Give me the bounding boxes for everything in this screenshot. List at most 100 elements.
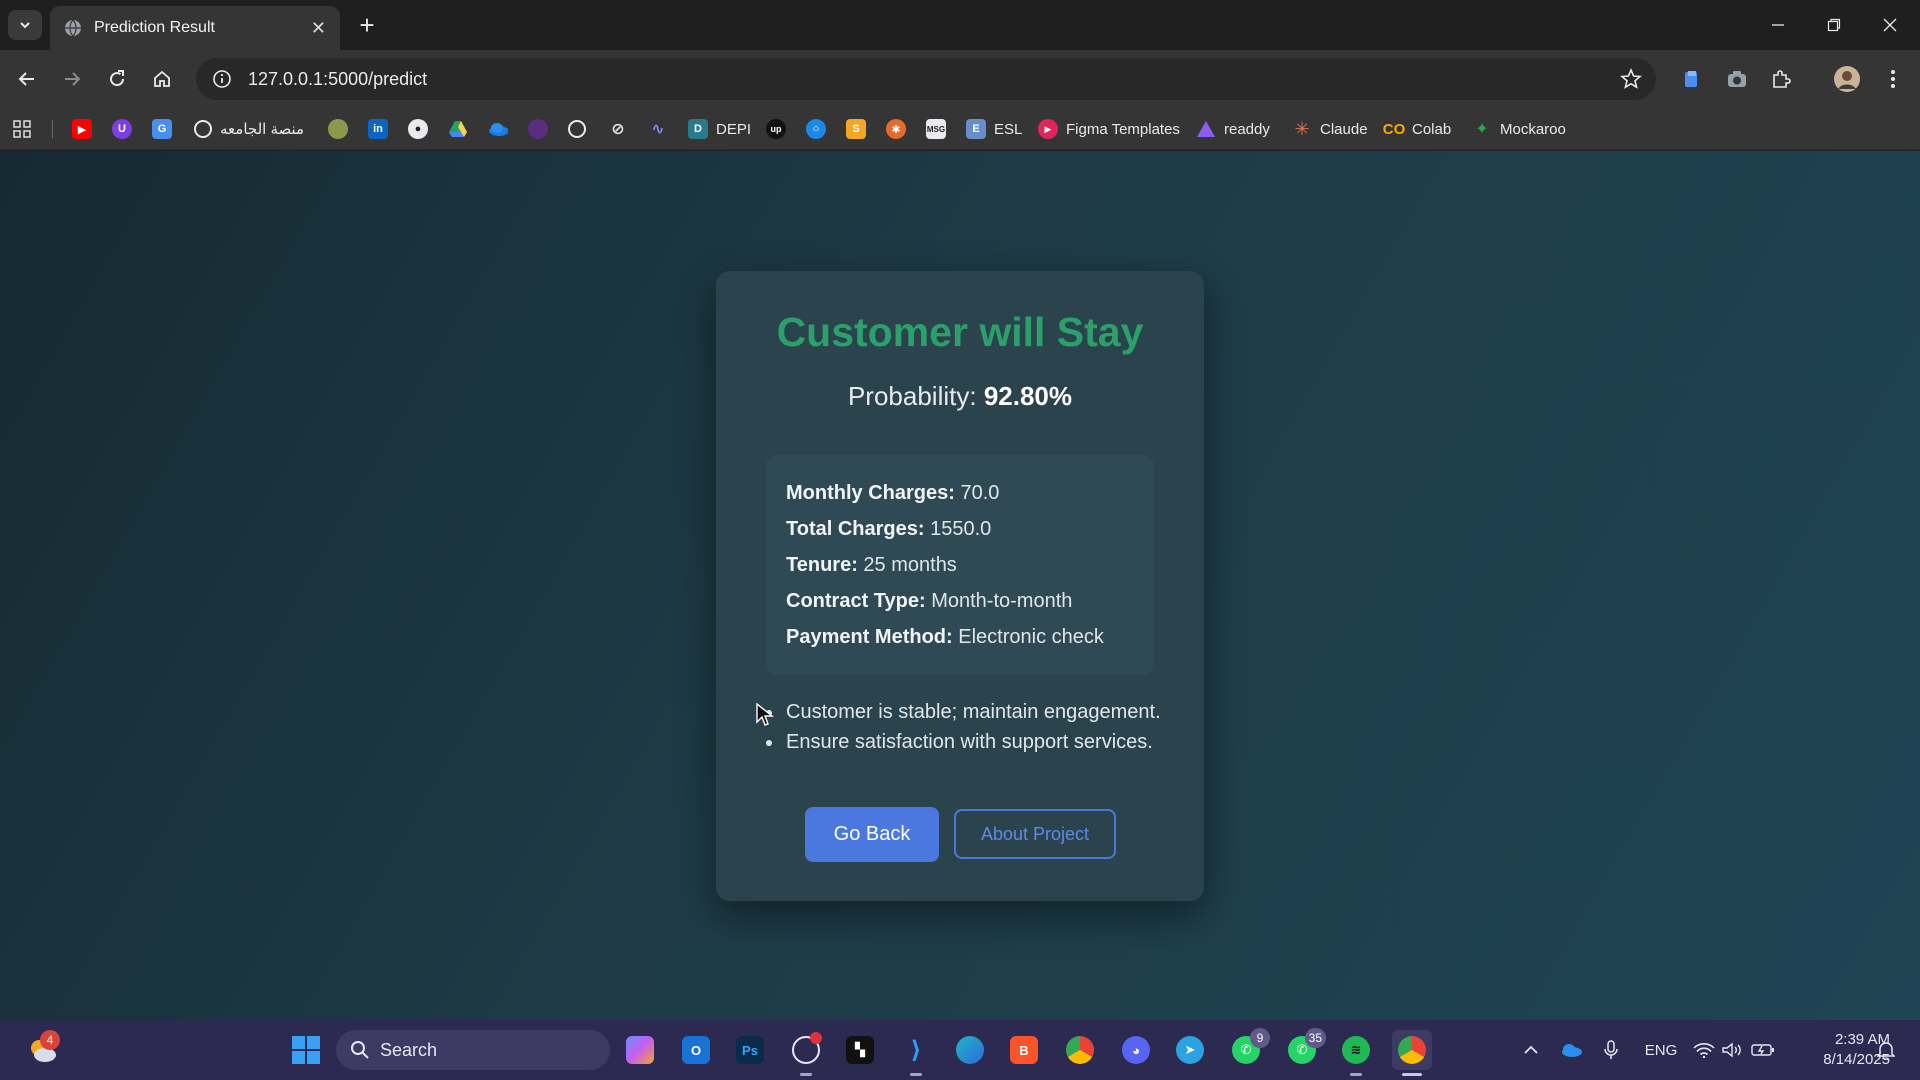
esl-icon: E (966, 119, 986, 139)
active-indicator (1402, 1073, 1422, 1076)
reading-list-button[interactable] (1674, 62, 1708, 96)
tray-battery[interactable] (1750, 1030, 1776, 1070)
extensions-button[interactable] (1764, 62, 1798, 96)
bookmark-linkedin[interactable]: in (368, 116, 388, 142)
volume-icon (1722, 1042, 1741, 1058)
bookmark-mockaroo[interactable]: ✦ Mockaroo (1472, 116, 1566, 142)
windows-taskbar: 4 Search O Ps ▚ ⟩ B ◕ ➤ ✆ 9 ✆ 35 ≋ ENG 2:3… (0, 1020, 1920, 1080)
tray-microphone[interactable] (1598, 1030, 1624, 1070)
detail-key: Contract Type: (786, 590, 926, 612)
bookmark-s[interactable]: S (846, 116, 866, 142)
slash-icon: ⊘ (611, 121, 625, 138)
bookmark-slash[interactable]: ⊘ (608, 116, 628, 142)
bookmark-wave[interactable]: ∿ (648, 116, 668, 142)
weather-widget[interactable]: 4 (22, 1030, 62, 1070)
taskbar-whatsapp-business[interactable]: ✆ 35 (1282, 1028, 1326, 1070)
minimize-button[interactable] (1750, 0, 1806, 50)
tray-wifi[interactable] (1692, 1030, 1716, 1070)
apps-grid-icon (13, 120, 31, 138)
profile-button[interactable] (1830, 62, 1864, 96)
restore-button[interactable] (1806, 0, 1862, 50)
browser-menu-button[interactable] (1876, 62, 1910, 96)
reload-button[interactable] (100, 62, 134, 96)
taskbar-chrome-active[interactable] (1392, 1030, 1432, 1076)
taskbar-chrome[interactable] (1060, 1030, 1100, 1070)
start-button[interactable] (286, 1030, 326, 1070)
bookmark-depi[interactable]: D DEPI (688, 116, 751, 142)
tray-onedrive[interactable] (1556, 1030, 1586, 1070)
bookmark-flower[interactable]: ✱ (886, 116, 906, 142)
tray-volume[interactable] (1720, 1030, 1744, 1070)
back-arrow-icon (18, 72, 34, 86)
go-back-button[interactable]: Go Back (805, 807, 939, 862)
bookmark-grape[interactable] (528, 116, 548, 142)
new-tab-button[interactable]: + (352, 10, 382, 40)
mockaroo-icon: ✦ (1475, 121, 1489, 138)
bookmark-translate[interactable]: G (152, 116, 172, 142)
about-project-button[interactable]: About Project (954, 809, 1116, 859)
tab-search-button[interactable] (8, 10, 42, 40)
address-bar[interactable]: 127.0.0.1:5000/predict (196, 58, 1656, 100)
bookmark-drive[interactable] (448, 116, 468, 142)
tray-language[interactable]: ENG (1642, 1030, 1680, 1070)
msg-icon: MSG (926, 119, 946, 139)
notifications-button[interactable] (1874, 1030, 1898, 1070)
bookmark-seal[interactable] (328, 116, 348, 142)
show-hidden-icons[interactable] (1518, 1030, 1544, 1070)
photoshop-icon: Ps (736, 1036, 764, 1064)
taskbar-edge[interactable] (950, 1030, 990, 1070)
taskbar-vscode[interactable]: ⟩ (896, 1030, 936, 1076)
readdy-icon (1196, 119, 1216, 139)
taskbar-photoshop[interactable]: Ps (730, 1030, 770, 1070)
bookmark-university[interactable]: منصة الجامعه (194, 116, 304, 142)
bookmark-github[interactable]: ● (408, 116, 428, 142)
url-text[interactable]: 127.0.0.1:5000/predict (248, 69, 427, 90)
browser-toolbar: 127.0.0.1:5000/predict (0, 50, 1920, 108)
bookmark-claude[interactable]: ✳ Claude (1292, 116, 1367, 142)
weather-badge: 4 (40, 1030, 60, 1050)
screenshot-button[interactable] (1720, 62, 1754, 96)
bookmark-openai[interactable] (568, 116, 586, 142)
taskbar-capcut[interactable]: ▚ (840, 1030, 880, 1070)
taskbar-search[interactable]: Search (336, 1030, 610, 1070)
windows-logo-icon (292, 1036, 320, 1064)
tab-title: Prediction Result (94, 19, 215, 36)
detail-value: Electronic check (958, 626, 1104, 648)
translate-icon: G (152, 119, 172, 139)
taskbar-obs[interactable] (786, 1030, 826, 1076)
site-info-icon[interactable] (212, 69, 232, 89)
taskbar-telegram[interactable]: ➤ (1170, 1030, 1210, 1070)
running-indicator (1350, 1073, 1362, 1076)
bookmark-msg[interactable]: MSG (926, 116, 946, 142)
bookmark-youtube[interactable]: ▶ (72, 116, 92, 142)
detail-value: Month-to-month (931, 590, 1073, 612)
bookmark-circle[interactable]: ○ (806, 116, 826, 142)
minimize-icon (1772, 24, 1784, 26)
close-window-button[interactable] (1862, 0, 1918, 50)
back-button[interactable] (10, 62, 44, 96)
spotify-icon: ≋ (1342, 1036, 1370, 1064)
bookmark-onedrive[interactable] (488, 116, 508, 142)
detail-row-contract-type: Contract Type: Month-to-month (786, 583, 1134, 619)
forward-button[interactable] (55, 62, 89, 96)
bookmark-figma-templates[interactable]: ▶ Figma Templates (1038, 116, 1180, 142)
bookmark-upwork[interactable]: up (766, 116, 786, 142)
chrome-icon (1066, 1036, 1094, 1064)
taskbar-brave[interactable]: B (1004, 1030, 1044, 1070)
bookmark-star-icon[interactable] (1620, 68, 1642, 90)
bookmark-readdy[interactable]: readdy (1196, 116, 1270, 142)
bookmark-colab[interactable]: CO Colab (1383, 116, 1451, 142)
detail-value: 25 months (863, 554, 957, 576)
bookmarks-divider (52, 120, 53, 138)
browser-tab[interactable]: Prediction Result ✕ (50, 6, 340, 50)
bookmark-esl[interactable]: E ESL (966, 116, 1022, 142)
taskbar-copilot[interactable] (620, 1030, 660, 1070)
taskbar-whatsapp[interactable]: ✆ 9 (1226, 1028, 1270, 1070)
apps-button[interactable] (12, 116, 32, 142)
taskbar-spotify[interactable]: ≋ (1336, 1030, 1376, 1076)
bookmark-app-purple[interactable]: U (112, 116, 132, 142)
home-button[interactable] (145, 62, 179, 96)
taskbar-outlook[interactable]: O (676, 1030, 716, 1070)
taskbar-discord[interactable]: ◕ (1116, 1030, 1156, 1070)
close-tab-icon[interactable]: ✕ (311, 18, 326, 39)
